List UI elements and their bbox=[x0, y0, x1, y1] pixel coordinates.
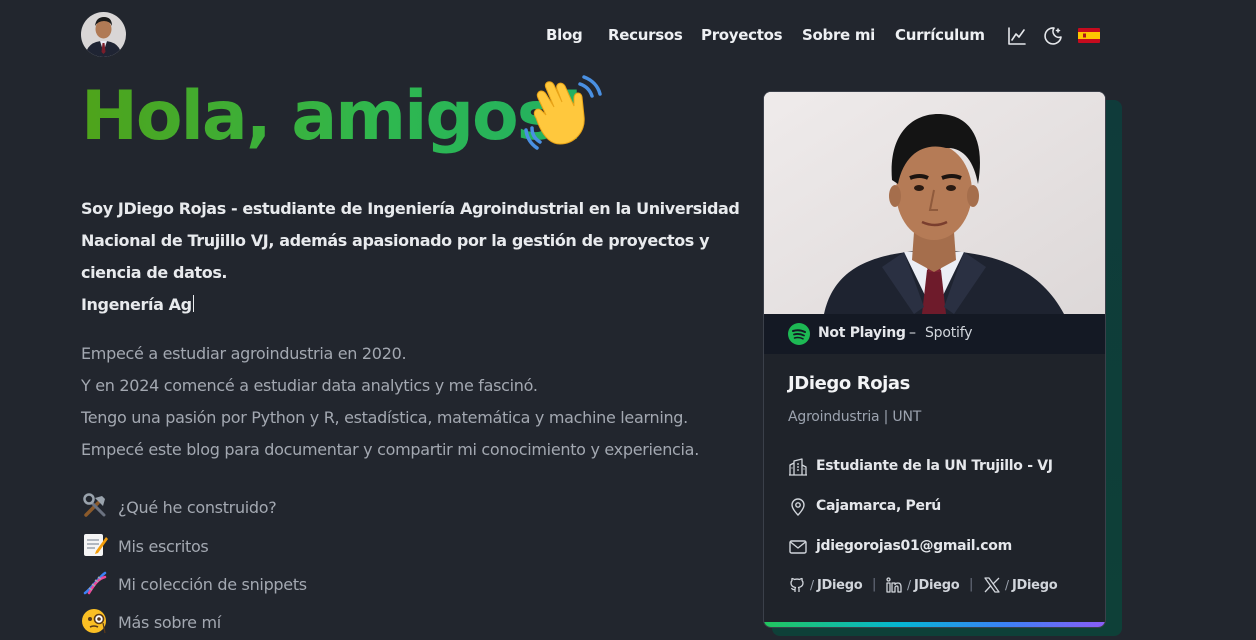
link-snippets[interactable]: Mi colección de snippets bbox=[81, 569, 321, 597]
link-label: Más sobre mí bbox=[118, 613, 221, 632]
intro-text: Soy JDiego Rojas - estudiante de Ingenie… bbox=[81, 193, 741, 321]
nav-recursos[interactable]: Recursos bbox=[608, 26, 683, 44]
about-text: Empecé a estudiar agroindustria en 2020.… bbox=[81, 338, 741, 466]
social-handle: JDiego bbox=[1012, 578, 1058, 593]
link-what-built[interactable]: ¿Qué he construido? bbox=[81, 492, 301, 520]
social-handle: JDiego bbox=[817, 578, 863, 593]
spotify-icon bbox=[788, 323, 810, 345]
spotify-status: Not Playing bbox=[818, 325, 906, 341]
main-nav: Blog Recursos Proyectos Sobre mi Currícu… bbox=[0, 26, 1256, 48]
building-icon bbox=[789, 458, 807, 476]
social-handle: JDiego bbox=[914, 578, 960, 593]
nav-sobre-mi[interactable]: Sobre mi bbox=[802, 26, 875, 44]
x-link[interactable]: / JDiego bbox=[983, 575, 1058, 597]
profile-role: Agroindustria | UNT bbox=[788, 409, 922, 425]
spotify-separator: – bbox=[909, 325, 916, 341]
monocle-face-icon bbox=[81, 607, 109, 635]
nav-curriculum[interactable]: Currículum bbox=[895, 26, 985, 44]
about-line: Y en 2024 comencé a estudiar data analyt… bbox=[81, 376, 538, 395]
tools-icon bbox=[81, 492, 109, 520]
social-slash: / bbox=[1005, 578, 1010, 592]
link-label: ¿Qué he construido? bbox=[118, 498, 277, 517]
nav-proyectos[interactable]: Proyectos bbox=[701, 26, 783, 44]
info-text: Cajamarca, Perú bbox=[816, 498, 941, 514]
link-more-about-me[interactable]: Más sobre mí bbox=[81, 607, 241, 635]
about-line: Tengo una pasión por Python y R, estadís… bbox=[81, 408, 688, 427]
profile-name: JDiego Rojas bbox=[788, 373, 910, 394]
waving-hand-icon bbox=[524, 74, 604, 152]
github-icon bbox=[790, 577, 804, 592]
dna-icon bbox=[81, 569, 109, 597]
about-line: Empecé este blog para documentar y compa… bbox=[81, 440, 699, 459]
linkedin-link[interactable]: / JDiego bbox=[885, 575, 960, 597]
profile-card: Not Playing – Spotify JDiego Rojas Agroi… bbox=[763, 91, 1106, 628]
social-separator: | bbox=[969, 577, 974, 592]
moon-icon[interactable] bbox=[1043, 26, 1063, 46]
spotify-service: Spotify bbox=[925, 325, 973, 341]
card-accent-bar bbox=[764, 622, 1105, 627]
mail-icon bbox=[789, 540, 807, 554]
social-slash: / bbox=[907, 578, 912, 592]
social-slash: / bbox=[810, 578, 815, 592]
social-separator: | bbox=[872, 577, 877, 592]
memo-icon bbox=[81, 531, 109, 559]
github-link[interactable]: / JDiego bbox=[788, 575, 863, 597]
location-pin-icon bbox=[791, 498, 805, 516]
typing-caret bbox=[192, 295, 194, 312]
link-writings[interactable]: Mis escritos bbox=[81, 531, 241, 559]
link-label: Mis escritos bbox=[118, 537, 209, 556]
social-links: / JDiego | / JDiego | / JDiego bbox=[788, 575, 1088, 597]
profile-photo bbox=[764, 92, 1105, 314]
intro-paragraph: Soy JDiego Rojas - estudiante de Ingenie… bbox=[81, 199, 740, 282]
typed-text: Ingenería Ag bbox=[81, 295, 192, 314]
linkedin-icon bbox=[886, 577, 902, 593]
info-text: Estudiante de la UN Trujillo - VJ bbox=[816, 458, 1053, 474]
page-title: Hola, amigos! bbox=[81, 72, 586, 162]
spotify-status-bar[interactable]: Not Playing – Spotify bbox=[764, 314, 1105, 354]
x-icon bbox=[984, 577, 1000, 593]
spain-flag-icon[interactable] bbox=[1078, 28, 1100, 48]
info-text: jdiegorojas01@gmail.com bbox=[816, 538, 1012, 554]
about-line: Empecé a estudiar agroindustria en 2020. bbox=[81, 344, 407, 363]
link-label: Mi colección de snippets bbox=[118, 575, 307, 594]
nav-blog[interactable]: Blog bbox=[546, 26, 583, 44]
chart-icon[interactable] bbox=[1007, 26, 1027, 46]
